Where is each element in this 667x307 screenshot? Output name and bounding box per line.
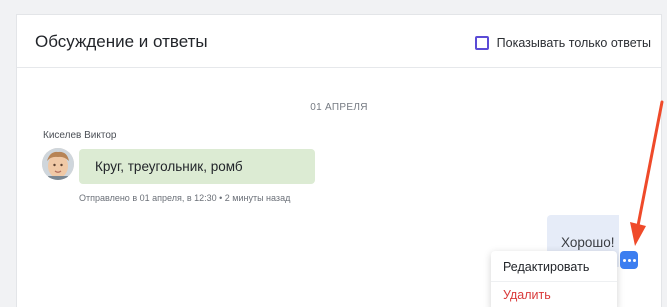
page-title: Обсуждение и ответы — [35, 32, 208, 51]
show-answers-only-filter[interactable]: Показывать только ответы — [474, 35, 651, 51]
discussion-panel: Обсуждение и ответы Показывать только от… — [16, 14, 662, 307]
show-answers-only-label[interactable]: Показывать только ответы — [497, 36, 651, 50]
menu-divider — [491, 281, 617, 282]
outgoing-message-text: Хорошо! — [561, 235, 615, 250]
avatar-image — [42, 148, 74, 180]
delete-menu-item[interactable]: Удалить — [503, 288, 551, 302]
date-separator: 01 АПРЕЛЯ — [310, 102, 368, 113]
avatar — [42, 148, 74, 180]
message-author: Киселев Виктор — [43, 130, 117, 141]
message-meta: Отправлено в 01 апреля, в 12:30 • 2 мину… — [79, 193, 291, 203]
more-dots-icon — [622, 258, 626, 262]
show-answers-only-checkbox[interactable] — [474, 36, 489, 50]
panel-header: Обсуждение и ответы Показывать только от… — [17, 15, 661, 68]
edit-menu-item[interactable]: Редактировать — [503, 260, 589, 274]
incoming-message: Круг, треугольник, ромб — [79, 149, 315, 184]
message-context-menu: Редактировать Удалить — [491, 251, 617, 307]
more-options-button[interactable] — [620, 251, 638, 269]
